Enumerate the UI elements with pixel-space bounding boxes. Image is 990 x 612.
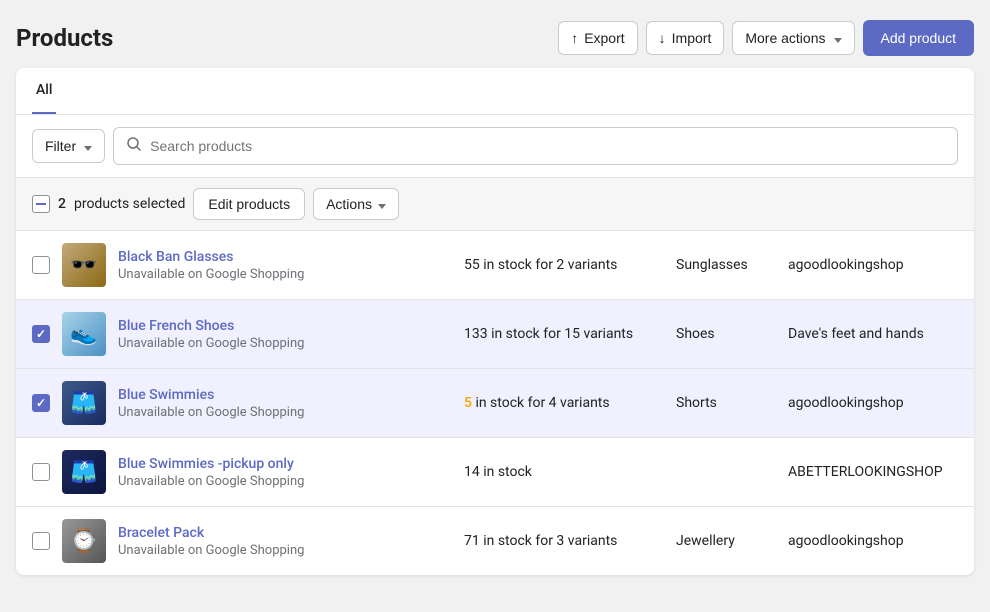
table-row: 🩳 Blue Swimmies Unavailable on Google Shop…: [16, 369, 974, 438]
stock-info: 14 in stock: [464, 464, 664, 480]
selection-bar: 2 products selected Edit products Action…: [16, 178, 974, 231]
stock-info: 71 in stock for 3 variants: [464, 533, 664, 549]
products-card: All Filter 2: [16, 68, 974, 575]
product-info: Bracelet Pack Unavailable on Google Shopp…: [118, 525, 452, 558]
product-category: Shorts: [676, 395, 776, 411]
tabs-bar: All: [16, 68, 974, 115]
add-product-button[interactable]: Add product: [863, 20, 975, 56]
product-name[interactable]: Blue Swimmies: [118, 387, 452, 403]
product-category: Shoes: [676, 326, 776, 342]
header-actions: ↑ Export ↓ Import More actions Add produ…: [558, 20, 974, 56]
product-shop: agoodlookingshop: [788, 533, 958, 549]
product-category: Jewellery: [676, 533, 776, 549]
actions-chevron-icon: [376, 196, 386, 212]
product-name[interactable]: Bracelet Pack: [118, 525, 452, 541]
stock-info: 55 in stock for 2 variants: [464, 257, 664, 273]
product-image: 🕶️: [62, 243, 106, 287]
product-shop: Dave's feet and hands: [788, 326, 958, 342]
product-name[interactable]: Blue French Shoes: [118, 318, 452, 334]
filter-label: Filter: [45, 138, 76, 154]
product-shop: agoodlookingshop: [788, 257, 958, 273]
row-checkbox[interactable]: [32, 532, 50, 550]
more-actions-button[interactable]: More actions: [732, 21, 854, 55]
product-image: 👟: [62, 312, 106, 356]
product-name[interactable]: Blue Swimmies -pickup only: [118, 456, 452, 472]
product-subtitle: Unavailable on Google Shopping: [118, 336, 452, 351]
product-image: 🩳: [62, 450, 106, 494]
products-selected-label: products selected: [74, 196, 185, 212]
stock-info: 5 in stock for 4 variants: [464, 395, 664, 411]
product-subtitle: Unavailable on Google Shopping: [118, 543, 452, 558]
product-shop: ABETTERLOOKINGSHOP: [788, 464, 958, 480]
product-shop: agoodlookingshop: [788, 395, 958, 411]
product-info: Black Ban Glasses Unavailable on Google S…: [118, 249, 452, 282]
search-input[interactable]: [150, 138, 945, 154]
filter-button[interactable]: Filter: [32, 129, 105, 163]
product-table: 🕶️ Black Ban Glasses Unavailable on Google…: [16, 231, 974, 575]
edit-products-button[interactable]: Edit products: [193, 188, 305, 220]
row-checkbox[interactable]: [32, 325, 50, 343]
export-button[interactable]: ↑ Export: [558, 21, 637, 55]
table-row: 🕶️ Black Ban Glasses Unavailable on Google…: [16, 231, 974, 300]
row-checkbox[interactable]: [32, 463, 50, 481]
product-info: Blue Swimmies -pickup only Unavailable on…: [118, 456, 452, 489]
product-info: Blue Swimmies Unavailable on Google Shopp…: [118, 387, 452, 420]
table-row: 🩳 Blue Swimmies -pickup only Unavailable o…: [16, 438, 974, 507]
product-subtitle: Unavailable on Google Shopping: [118, 405, 452, 420]
export-label: Export: [584, 30, 624, 46]
product-subtitle: Unavailable on Google Shopping: [118, 474, 452, 489]
table-row: 👟 Blue French Shoes Unavailable on Google …: [16, 300, 974, 369]
product-info: Blue French Shoes Unavailable on Google S…: [118, 318, 452, 351]
page-header: Products ↑ Export ↓ Import More actions …: [16, 20, 974, 56]
product-subtitle: Unavailable on Google Shopping: [118, 267, 452, 282]
search-wrapper: [113, 127, 958, 165]
actions-button[interactable]: Actions: [313, 188, 399, 220]
product-name[interactable]: Black Ban Glasses: [118, 249, 452, 265]
actions-label: Actions: [326, 196, 372, 212]
upload-icon: ↑: [571, 30, 578, 46]
import-label: Import: [672, 30, 712, 46]
tab-all[interactable]: All: [32, 68, 56, 114]
page-title: Products: [16, 24, 113, 52]
stock-warning: 5: [464, 395, 472, 411]
table-row: ⌚ Bracelet Pack Unavailable on Google Shop…: [16, 507, 974, 575]
download-icon: ↓: [659, 30, 666, 46]
chevron-down-icon: [832, 30, 842, 46]
search-icon: [126, 136, 142, 156]
product-image: ⌚: [62, 519, 106, 563]
import-button[interactable]: ↓ Import: [646, 21, 725, 55]
filter-chevron-icon: [82, 138, 92, 154]
more-actions-label: More actions: [745, 30, 825, 46]
row-checkbox[interactable]: [32, 394, 50, 412]
row-checkbox[interactable]: [32, 256, 50, 274]
selected-count: 2: [58, 196, 66, 212]
product-image: 🩳: [62, 381, 106, 425]
product-category: Sunglasses: [676, 257, 776, 273]
toolbar: Filter: [16, 115, 974, 178]
deselect-all-checkbox[interactable]: [32, 195, 50, 213]
stock-info: 133 in stock for 15 variants: [464, 326, 664, 342]
